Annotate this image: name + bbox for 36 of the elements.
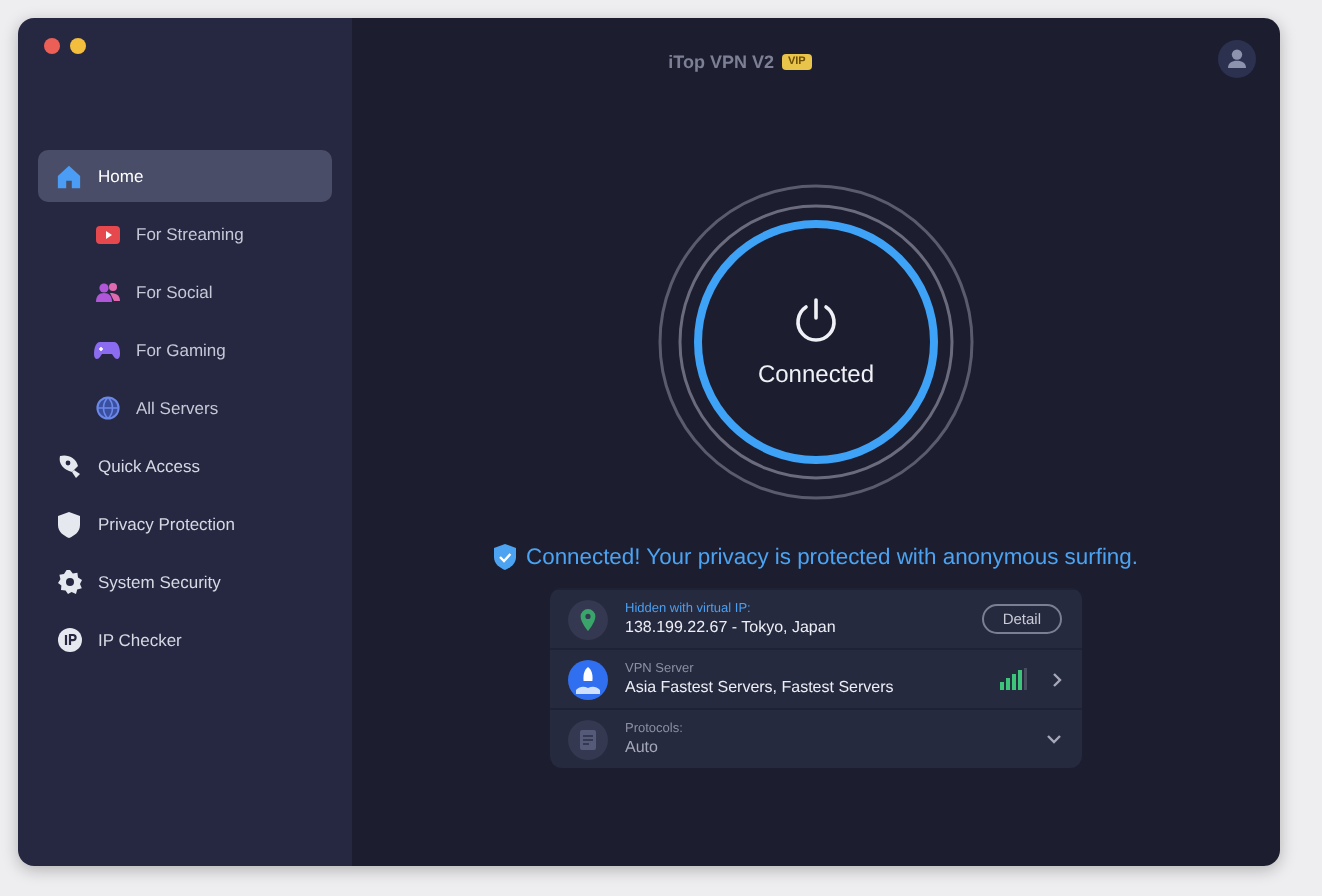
row-value: 138.199.22.67 - Tokyo, Japan (625, 618, 838, 636)
chevron-right-icon[interactable] (1051, 671, 1061, 687)
row-value: Asia Fastest Servers, Fastest Servers (625, 678, 896, 696)
people-icon (95, 281, 119, 303)
app-title: iTop VPN V2 (668, 52, 774, 72)
status-message: Connected! Your privacy is protected with anonymous surfing. (526, 545, 1138, 569)
sidebar-item[interactable]: Quick Access (38, 440, 332, 492)
sidebar-item[interactable]: For Social (38, 266, 332, 318)
sidebar-item[interactable]: Home (38, 150, 332, 202)
sidebar-item[interactable]: System Security (38, 556, 332, 608)
sidebar-item[interactable]: All Servers (38, 382, 332, 434)
document-icon (567, 719, 607, 759)
location-pin-icon (567, 599, 607, 639)
play-icon (95, 225, 119, 243)
row-value: Auto (625, 738, 660, 756)
shield-icon (58, 511, 80, 537)
house-icon (56, 163, 82, 189)
minimize-button[interactable] (70, 38, 86, 54)
connection-ring[interactable] (654, 180, 978, 504)
ip-icon (57, 628, 81, 652)
globe-icon (95, 396, 119, 420)
sidebar-item[interactable]: IP Checker (38, 614, 332, 666)
power-icon (792, 296, 840, 344)
rocket-icon (57, 454, 81, 478)
sidebar-item[interactable]: For Gaming (38, 324, 332, 376)
signal-icon (999, 668, 1027, 690)
connection-status: Connected (757, 360, 875, 388)
gear-icon (57, 570, 81, 594)
rocket-icon (567, 659, 607, 699)
avatar-icon[interactable] (1218, 40, 1256, 78)
shield-check-icon (494, 544, 517, 570)
sidebar-item[interactable]: Privacy Protection (38, 498, 332, 550)
sidebar-item[interactable]: For Streaming (38, 208, 332, 260)
chevron-down-icon[interactable] (1045, 734, 1061, 744)
gamepad-icon (94, 341, 120, 359)
close-button[interactable] (44, 38, 60, 54)
